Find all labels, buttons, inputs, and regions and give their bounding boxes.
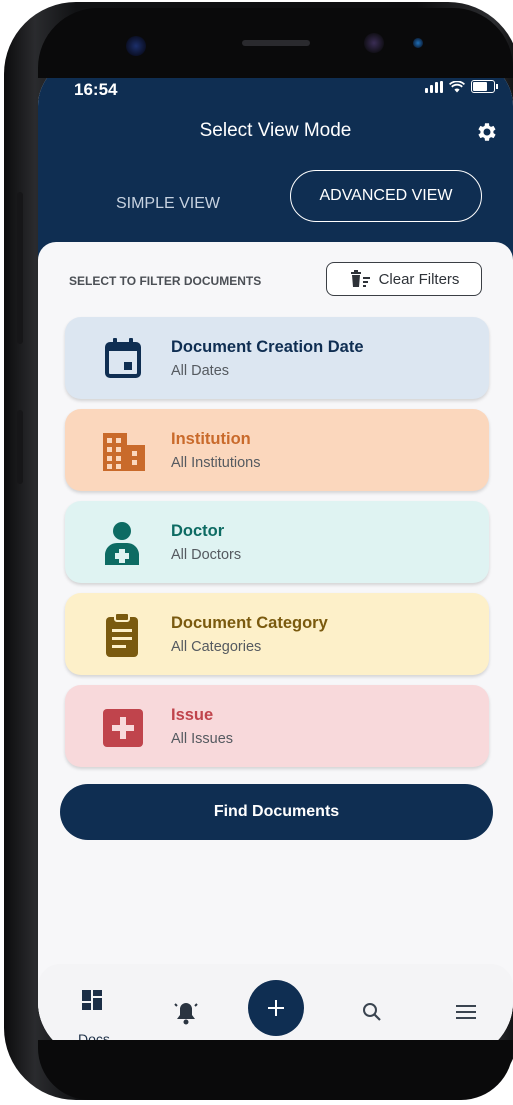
building-icon	[103, 433, 145, 471]
filter-panel: SELECT TO FILTER DOCUMENTS Clear Filters	[38, 242, 513, 1042]
filter-card-doctor[interactable]: Doctor All Doctors	[65, 501, 489, 583]
card-title: Doctor	[171, 522, 225, 540]
status-icons	[425, 80, 498, 93]
filter-card-document-category[interactable]: Document Category All Categories	[65, 593, 489, 675]
medical-cross-icon	[103, 709, 143, 747]
volume-button	[17, 192, 23, 344]
sensor-icon	[364, 33, 384, 53]
signal-icon	[425, 80, 443, 93]
clear-filter-icon	[350, 270, 370, 287]
filter-card-institution[interactable]: Institution All Institutions	[65, 409, 489, 491]
power-button	[17, 410, 23, 484]
card-title: Document Category	[171, 614, 328, 632]
clear-filters-button[interactable]: Clear Filters	[326, 262, 482, 296]
advanced-view-tab[interactable]: ADVANCED VIEW	[290, 170, 482, 222]
led-indicator	[413, 38, 423, 48]
nav-notifications[interactable]	[164, 984, 208, 1034]
clipboard-icon	[106, 612, 138, 657]
battery-icon	[471, 80, 498, 93]
filter-card-creation-date[interactable]: Document Creation Date All Dates	[65, 317, 489, 399]
card-subtitle: All Institutions	[171, 455, 261, 471]
card-subtitle: All Dates	[171, 363, 230, 379]
nav-search[interactable]	[350, 984, 394, 1034]
filter-section-label: SELECT TO FILTER DOCUMENTS	[69, 274, 262, 288]
page-title: Select View Mode	[199, 120, 352, 141]
card-subtitle: All Categories	[171, 639, 262, 655]
bell-icon	[174, 1003, 198, 1025]
speaker-grille	[242, 40, 310, 46]
nav-docs[interactable]: Docs	[70, 984, 114, 1047]
gear-icon[interactable]	[475, 120, 499, 144]
dashboard-icon	[82, 990, 102, 1010]
status-time: 16:54	[74, 80, 118, 99]
simple-view-tab[interactable]: SIMPLE VIEW	[98, 184, 238, 224]
plus-icon	[268, 1000, 284, 1016]
menu-icon	[456, 1005, 476, 1019]
card-subtitle: All Issues	[171, 731, 234, 747]
card-title: Issue	[171, 706, 214, 724]
bottom-bezel	[38, 1040, 513, 1100]
clear-filters-label: Clear Filters	[378, 270, 460, 288]
nav-menu[interactable]	[444, 984, 488, 1034]
calendar-icon	[105, 338, 141, 378]
card-title: Institution	[171, 430, 251, 448]
add-document-button[interactable]	[248, 980, 304, 1036]
doctor-icon	[105, 522, 139, 565]
card-subtitle: All Doctors	[171, 547, 242, 563]
find-documents-button[interactable]: Find Documents	[60, 784, 493, 840]
wifi-icon	[449, 80, 465, 92]
search-icon	[363, 1003, 381, 1021]
app-screen: 16:54 Select View Mode SIMPLE VIEW ADVAN…	[38, 58, 513, 1058]
card-title: Document Creation Date	[171, 338, 364, 356]
filter-card-issue[interactable]: Issue All Issues	[65, 685, 489, 767]
front-camera-icon	[126, 36, 146, 56]
